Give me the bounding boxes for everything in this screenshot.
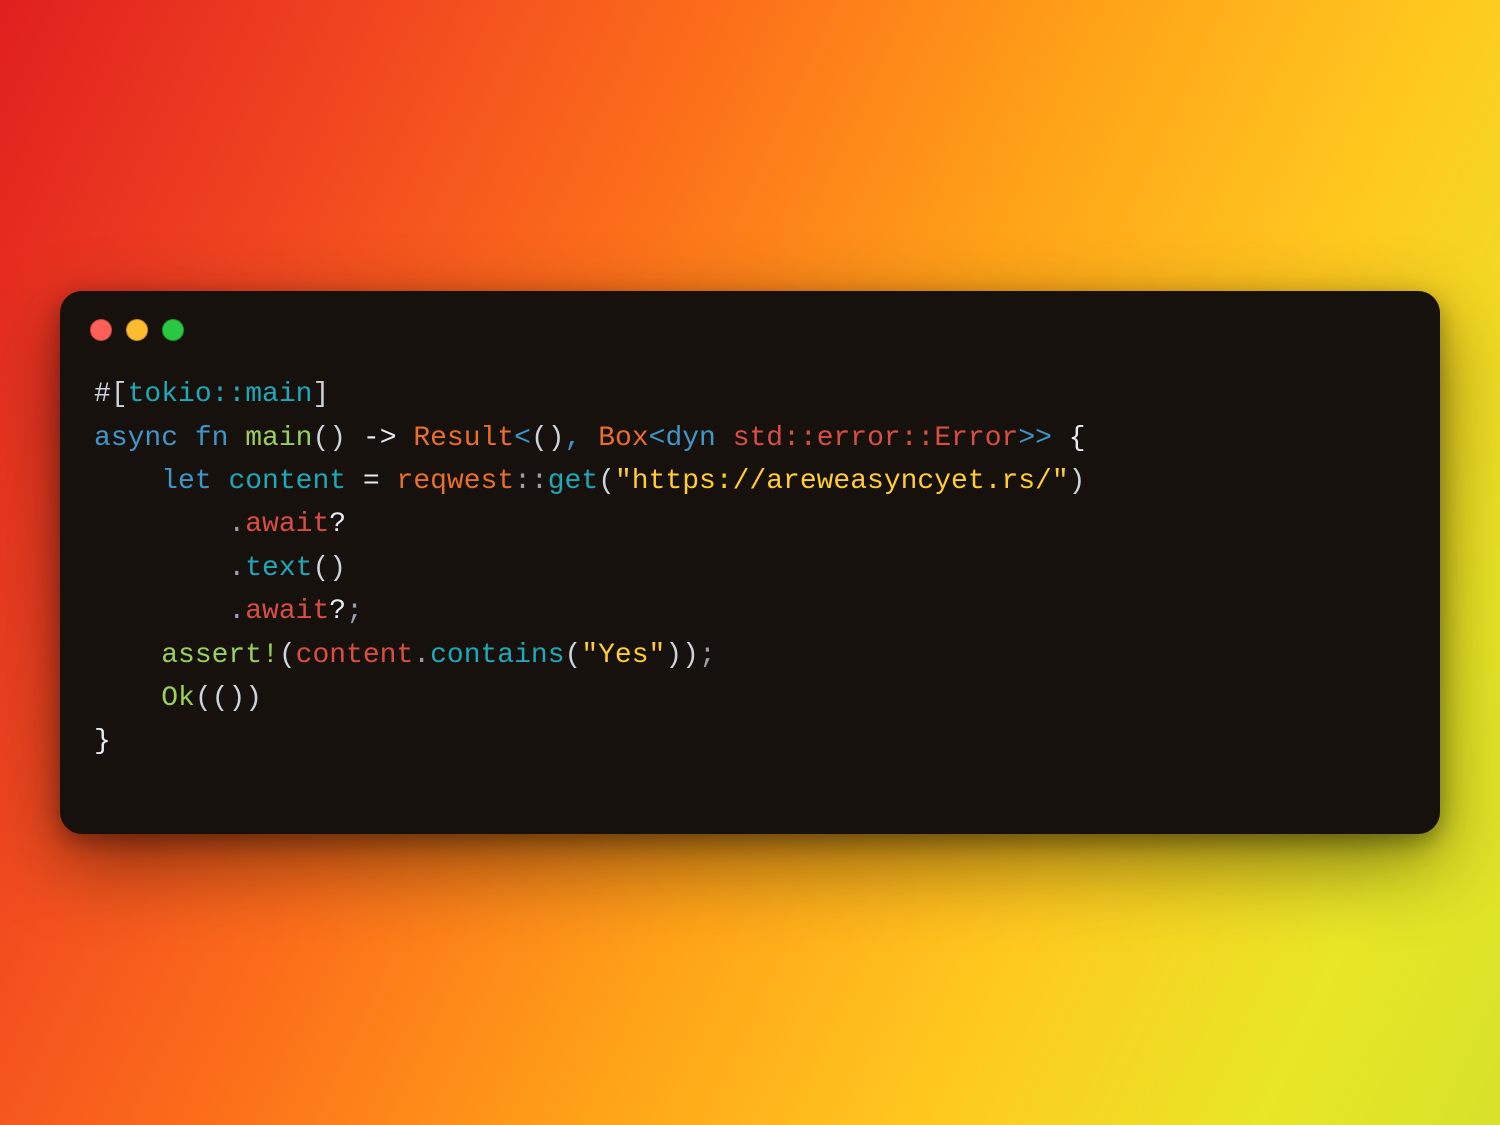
path-token: std::error::Error (733, 423, 1019, 454)
code-line-1: #[tokio::main] (94, 379, 329, 410)
paren-token: ( (212, 683, 229, 714)
window-titlebar (60, 291, 1440, 347)
fn-name-token: main (245, 423, 312, 454)
paren-token: ( (312, 423, 329, 454)
semi-token: ; (346, 596, 363, 627)
paren-token: ) (228, 683, 245, 714)
dot-token: . (228, 596, 245, 627)
code-line-4: .await? (94, 509, 346, 540)
angle-token: > (1035, 423, 1052, 454)
dot-token: . (413, 640, 430, 671)
dot-token: . (228, 553, 245, 584)
hash-token: # (94, 379, 111, 410)
paren-token: ( (195, 683, 212, 714)
code-window: #[tokio::main] async fn main() -> Result… (60, 291, 1440, 834)
close-icon[interactable] (90, 319, 112, 341)
code-line-9: } (94, 726, 111, 757)
type-token: Result (413, 423, 514, 454)
paren-token: ) (665, 640, 682, 671)
keyword-token: let (161, 466, 211, 497)
code-line-8: Ok(()) (94, 683, 262, 714)
paren-token: ) (1069, 466, 1086, 497)
question-token: ? (329, 509, 346, 540)
fn-call-token: get (548, 466, 598, 497)
brace-token: { (1069, 423, 1086, 454)
string-token: "Yes" (581, 640, 665, 671)
code-line-3: let content = reqwest::get("https://arew… (94, 466, 1085, 497)
ident-token: content (296, 640, 414, 671)
path-token: reqwest (397, 466, 515, 497)
paren-token: ) (329, 553, 346, 584)
await-token: await (245, 509, 329, 540)
paren-token: ( (598, 466, 615, 497)
fn-call-token: contains (430, 640, 564, 671)
code-line-7: assert!(content.contains("Yes")); (94, 640, 716, 671)
paren-token: ) (682, 640, 699, 671)
await-token: await (245, 596, 329, 627)
bracket-token: ] (312, 379, 329, 410)
paren-token: ( (312, 553, 329, 584)
keyword-token: fn (195, 423, 229, 454)
paren-token: ( (279, 640, 296, 671)
angle-token: > (1018, 423, 1035, 454)
question-token: ? (329, 596, 346, 627)
keyword-token: dyn (665, 423, 715, 454)
macro-token: assert! (161, 640, 279, 671)
op-token: = (363, 466, 380, 497)
keyword-token: async (94, 423, 178, 454)
angle-token: < (649, 423, 666, 454)
arrow-token: -> (363, 423, 397, 454)
type-token: Box (598, 423, 648, 454)
attribute-token: tokio::main (128, 379, 313, 410)
paren-token: ) (245, 683, 262, 714)
ok-token: Ok (161, 683, 195, 714)
code-line-5: .text() (94, 553, 346, 584)
path-sep-token: :: (514, 466, 548, 497)
paren-token: ) (548, 423, 565, 454)
comma-token: , (565, 423, 582, 454)
fn-call-token: text (245, 553, 312, 584)
code-block: #[tokio::main] async fn main() -> Result… (60, 347, 1440, 834)
semi-token: ; (699, 640, 716, 671)
code-line-2: async fn main() -> Result<(), Box<dyn st… (94, 423, 1086, 454)
paren-token: ( (531, 423, 548, 454)
zoom-icon[interactable] (162, 319, 184, 341)
minimize-icon[interactable] (126, 319, 148, 341)
paren-token: ( (565, 640, 582, 671)
dot-token: . (228, 509, 245, 540)
paren-token: ) (329, 423, 346, 454)
code-line-6: .await?; (94, 596, 363, 627)
bracket-token: [ (111, 379, 128, 410)
ident-token: content (228, 466, 346, 497)
brace-token: } (94, 726, 111, 757)
angle-token: < (514, 423, 531, 454)
string-token: "https://areweasyncyet.rs/" (615, 466, 1069, 497)
